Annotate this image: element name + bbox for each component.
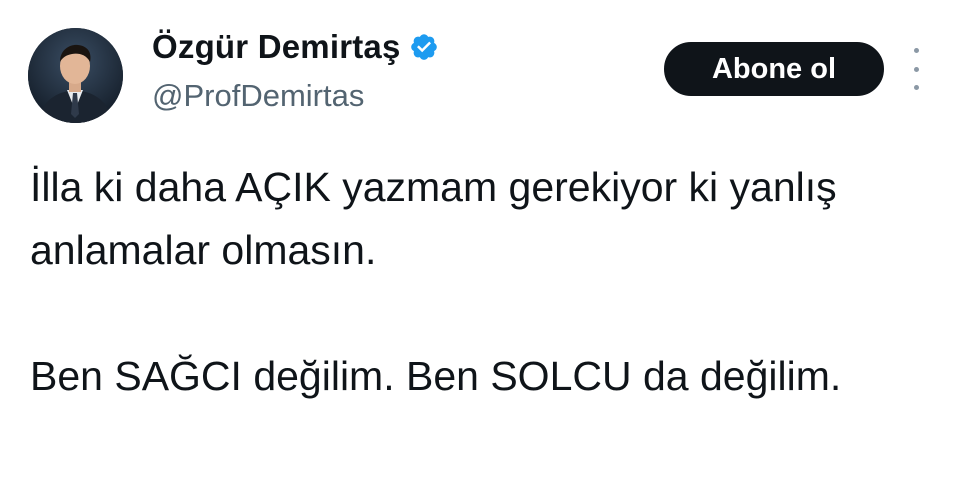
avatar[interactable]	[28, 28, 123, 123]
tweet-text: İlla ki daha AÇIK yazmam gerekiyor ki ya…	[30, 156, 930, 408]
more-dot	[913, 85, 919, 90]
author-display-name[interactable]: Özgür Demirtaş	[152, 28, 401, 66]
tweet-card: Özgür Demirtaş @ProfDemirtas Abone ol İl…	[0, 0, 968, 493]
profile-photo-icon	[28, 28, 123, 123]
more-vertical-icon[interactable]	[906, 48, 926, 90]
author-handle[interactable]: @ProfDemirtas	[152, 78, 364, 114]
more-dot	[913, 48, 919, 53]
tweet-paragraph: İlla ki daha AÇIK yazmam gerekiyor ki ya…	[30, 164, 837, 273]
author-name-row: Özgür Demirtaş	[152, 24, 439, 70]
verified-badge-icon	[410, 34, 437, 60]
follow-button[interactable]: Abone ol	[664, 42, 884, 96]
more-dot	[913, 66, 919, 72]
tweet-paragraph: Ben SAĞCI değilim. Ben SOLCU da değilim.	[30, 353, 842, 399]
